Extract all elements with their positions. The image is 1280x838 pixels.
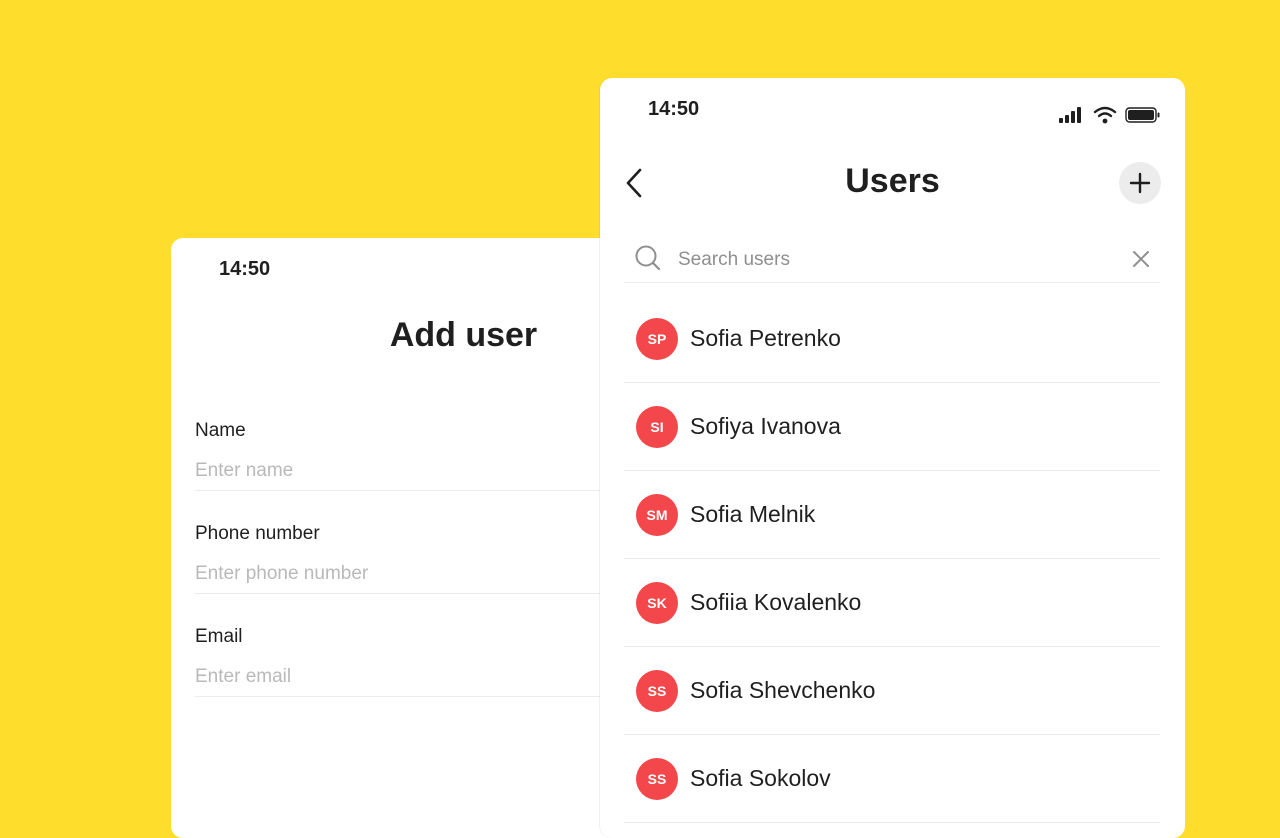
avatar: SK: [636, 581, 678, 624]
add-user-screen: 14:50 Add user Name Phone number Email: [171, 238, 631, 838]
user-name: Sofia Sokolov: [690, 765, 831, 791]
user-name: Sofiya Ivanova: [690, 413, 841, 439]
battery-icon: [1125, 107, 1160, 123]
search-bar: [624, 238, 1160, 283]
list-item[interactable]: SS Sofia Shevchenko: [624, 647, 1160, 735]
name-input[interactable]: [195, 458, 615, 491]
email-input[interactable]: [195, 664, 615, 697]
users-screen: 14:50 Users Search users SP Sofia Petren…: [600, 78, 1185, 838]
avatar: SP: [636, 317, 678, 360]
user-name: Sofia Petrenko: [690, 325, 841, 351]
name-field: Name: [195, 420, 615, 491]
avatar: SI: [636, 405, 678, 448]
search-icon: [635, 245, 661, 271]
user-name: Sofia Melnik: [690, 501, 816, 527]
email-field: Email: [195, 626, 615, 697]
list-item[interactable]: SS Sofia Sokolov: [624, 735, 1160, 823]
phone-input[interactable]: [195, 561, 615, 594]
status-time: 14:50: [219, 258, 271, 280]
phone-label: Phone number: [195, 523, 320, 544]
list-item[interactable]: SM Sofia Melnik: [624, 471, 1160, 559]
avatar: SM: [636, 493, 678, 536]
list-item[interactable]: SI Sofiya Ivanova: [624, 383, 1160, 471]
email-label: Email: [195, 626, 243, 647]
avatar: SS: [636, 757, 678, 800]
user-name: Sofiia Kovalenko: [690, 589, 862, 615]
user-list: SP Sofia Petrenko SI Sofiya Ivanova SM S…: [624, 295, 1160, 823]
name-label: Name: [195, 420, 246, 441]
page-title: Users: [845, 162, 940, 200]
user-name: Sofia Shevchenko: [690, 677, 876, 703]
page-title: Add user: [389, 316, 538, 354]
list-item[interactable]: SP Sofia Petrenko: [624, 295, 1160, 383]
search-input[interactable]: [676, 246, 1110, 274]
phone-field: Phone number: [195, 523, 615, 594]
status-time: 14:50: [648, 98, 700, 120]
status-icons: [1059, 106, 1161, 124]
avatar: SS: [636, 669, 678, 712]
signal-icon: [1059, 107, 1081, 123]
wifi-icon: [1093, 106, 1117, 124]
list-item[interactable]: SK Sofiia Kovalenko: [624, 559, 1160, 647]
add-user-button[interactable]: [1119, 162, 1161, 204]
plus-icon: [1129, 172, 1151, 194]
close-icon[interactable]: [1132, 250, 1150, 268]
